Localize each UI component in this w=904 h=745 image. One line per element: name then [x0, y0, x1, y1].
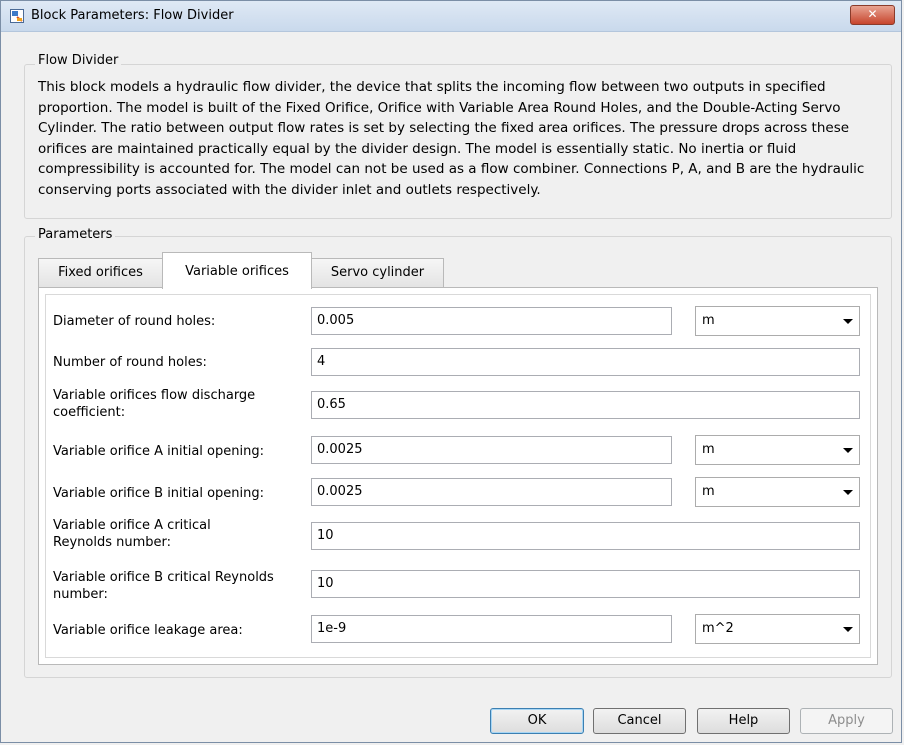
- tab-fixed-orifices[interactable]: Fixed orifices: [38, 258, 163, 288]
- param-label-b-initial-opening: Variable orifice B initial opening:: [53, 486, 265, 501]
- param-label-a-critical-reynolds: Variable orifice A critical Reynolds num…: [53, 518, 211, 550]
- leakage-area-unit-select[interactable]: m^2: [695, 614, 860, 644]
- leakage-area-field[interactable]: 1e-9: [311, 615, 672, 643]
- number-of-holes-field[interactable]: 4: [311, 348, 860, 376]
- diameter-field[interactable]: 0.005: [311, 307, 672, 335]
- parameters-group-label: Parameters: [35, 227, 116, 242]
- b-initial-opening-unit-select[interactable]: m: [695, 477, 860, 507]
- close-icon: ✕: [867, 7, 878, 21]
- chevron-down-icon: [843, 448, 853, 453]
- chevron-down-icon: [843, 627, 853, 632]
- diameter-unit-value: m: [702, 313, 715, 328]
- param-label-b-critical-reynolds: Variable orifice B critical Reynolds num…: [53, 570, 274, 602]
- diameter-unit-select[interactable]: m: [695, 306, 860, 336]
- leakage-area-unit-value: m^2: [702, 621, 734, 636]
- help-button[interactable]: Help: [697, 708, 790, 734]
- tab-servo-cylinder[interactable]: Servo cylinder: [311, 258, 444, 288]
- b-initial-opening-unit-value: m: [702, 484, 715, 499]
- block-group-label: Flow Divider: [35, 53, 122, 68]
- a-initial-opening-unit-select[interactable]: m: [695, 435, 860, 465]
- param-label-number-of-holes: Number of round holes:: [53, 355, 207, 370]
- a-initial-opening-unit-value: m: [702, 442, 715, 457]
- param-label-diameter: Diameter of round holes:: [53, 314, 216, 329]
- chevron-down-icon: [843, 490, 853, 495]
- ok-button[interactable]: OK: [490, 708, 584, 734]
- apply-button[interactable]: Apply: [800, 708, 893, 734]
- cancel-button[interactable]: Cancel: [593, 708, 686, 734]
- block-description: This block models a hydraulic flow divid…: [38, 79, 865, 198]
- title-bar[interactable]: Block Parameters: Flow Divider ✕: [1, 1, 901, 32]
- window-title: Block Parameters: Flow Divider: [31, 8, 234, 23]
- param-label-a-initial-opening: Variable orifice A initial opening:: [53, 444, 264, 459]
- dialog-window: Block Parameters: Flow Divider ✕ Flow Di…: [0, 0, 902, 743]
- chevron-down-icon: [843, 319, 853, 324]
- param-label-discharge-coefficient: Variable orifices flow discharge coeffic…: [53, 388, 256, 420]
- b-critical-reynolds-field[interactable]: 10: [311, 570, 860, 598]
- a-critical-reynolds-field[interactable]: 10: [311, 522, 860, 550]
- close-button[interactable]: ✕: [850, 5, 895, 25]
- param-label-leakage-area: Variable orifice leakage area:: [53, 623, 243, 638]
- b-initial-opening-field[interactable]: 0.0025: [311, 478, 672, 506]
- tab-panel-variable-orifices: [38, 287, 878, 665]
- a-initial-opening-field[interactable]: 0.0025: [311, 436, 672, 464]
- simulink-block-icon: [10, 9, 24, 23]
- tab-variable-orifices[interactable]: Variable orifices: [162, 252, 312, 289]
- discharge-coefficient-field[interactable]: 0.65: [311, 391, 860, 419]
